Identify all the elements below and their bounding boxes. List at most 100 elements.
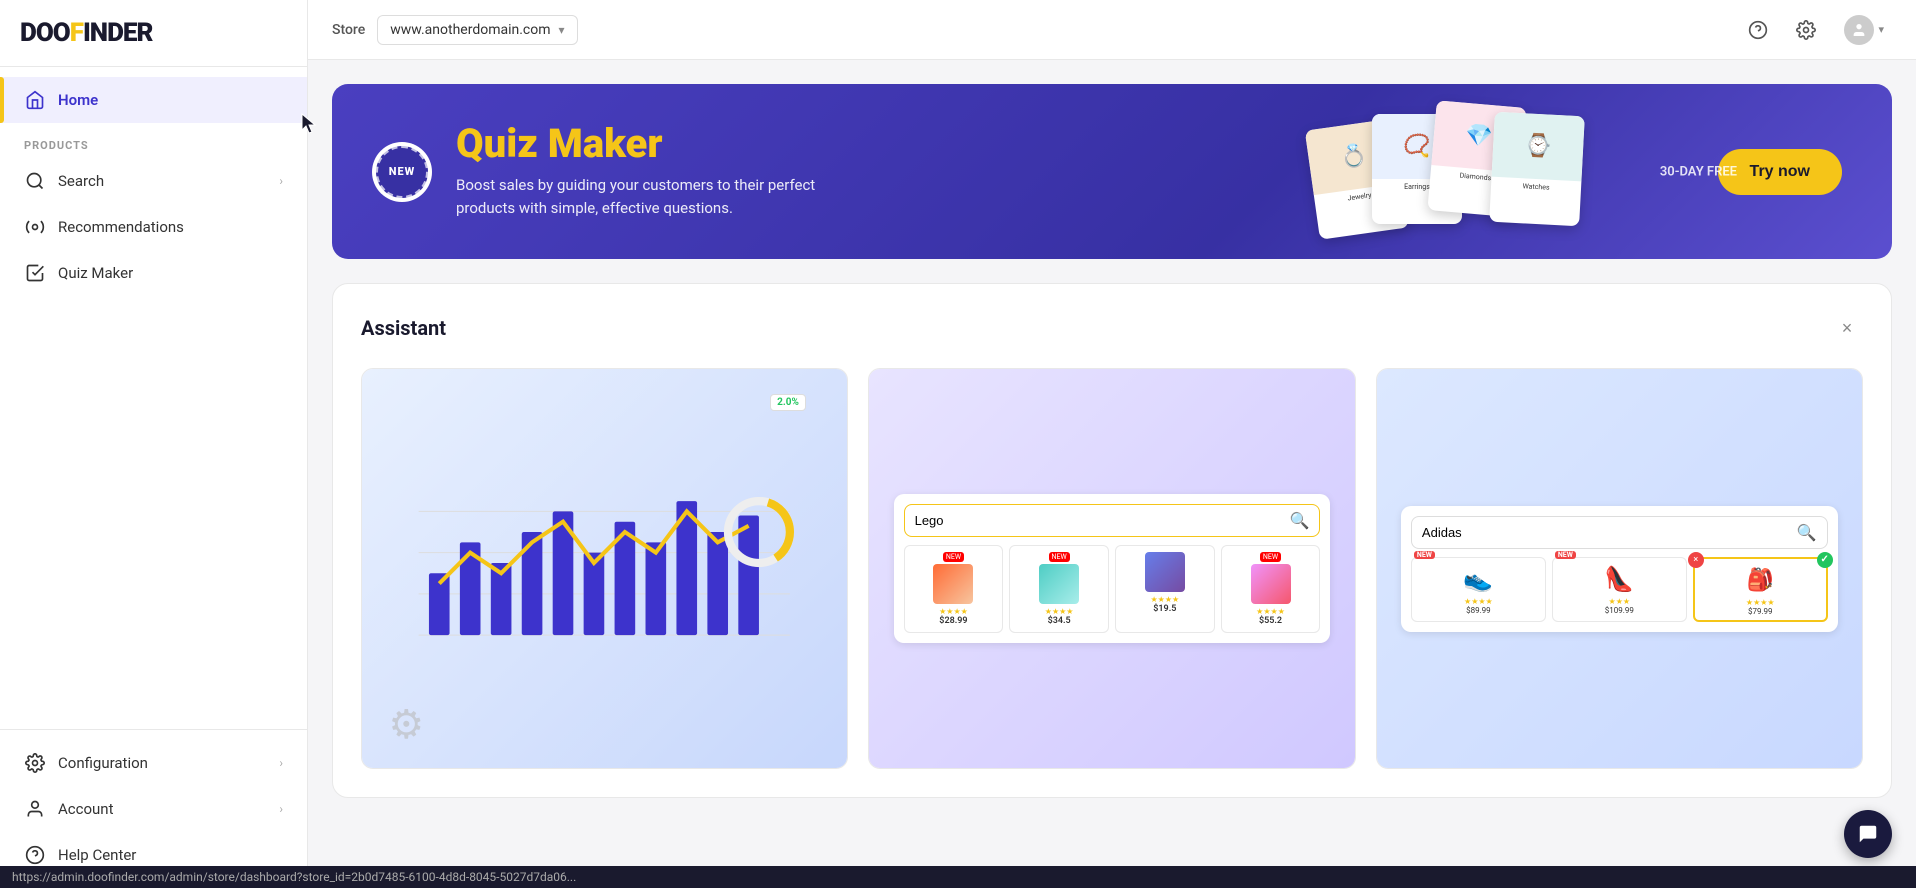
product-thumbnail	[1039, 564, 1079, 604]
sneaker-icon: 👠	[1594, 562, 1644, 597]
help-center-icon	[24, 844, 46, 866]
chevron-right-icon: ›	[279, 174, 283, 188]
product-stars: ★★★★	[1016, 607, 1102, 616]
adidas-item: NEW 👟 ★★★★ $89.99	[1411, 557, 1546, 622]
product-thumbnail	[1251, 564, 1291, 604]
sidebar-item-account[interactable]: Account ›	[0, 786, 307, 832]
logo: DOOFINDER	[0, 0, 307, 67]
sidebar-item-label-account: Account	[58, 800, 279, 818]
quiz-maker-banner: NEW Quiz Maker Boost sales by guiding yo…	[332, 84, 1892, 259]
banner-badge-text: NEW	[389, 165, 416, 178]
assistant-section: Assistant × 2.0%	[332, 283, 1892, 798]
sidebar-item-label-configuration: Configuration	[58, 754, 279, 772]
user-chevron-icon: ▾	[1878, 23, 1884, 36]
sidebar-item-configuration[interactable]: Configuration ›	[0, 740, 307, 786]
search-icon-boosting: 🔍	[1289, 511, 1309, 530]
user-avatar	[1844, 15, 1874, 45]
sidebar-item-label-help: Help Center	[58, 846, 283, 864]
sidebar-bottom: Configuration › Account › Help Cent	[0, 729, 307, 888]
banner-badge-inner: NEW	[376, 146, 428, 198]
custom-image: 🔍 NEW 👟 ★★★★ $89.99 NEW	[1377, 369, 1862, 768]
custom-results-grid: NEW 👟 ★★★★ $89.99 NEW 👠 ★★★ $109.99	[1411, 557, 1828, 622]
assistant-header: Assistant ×	[361, 312, 1863, 344]
sidebar-item-label-recommendations: Recommendations	[58, 218, 283, 236]
search-icon	[24, 170, 46, 192]
sidebar-item-label-home: Home	[58, 91, 283, 109]
sales-item-body: Sales Data Configuration Configure key c…	[362, 768, 847, 769]
custom-search-input[interactable]	[1422, 525, 1791, 540]
item-price: $79.99	[1699, 607, 1822, 616]
quiz-maker-icon	[24, 262, 46, 284]
bar-chart	[398, 409, 811, 696]
adidas-item: NEW 👠 ★★★ $109.99	[1552, 557, 1687, 622]
check-icon: ✓	[1817, 552, 1833, 568]
sidebar-item-label-search: Search	[58, 172, 279, 190]
store-domain: www.anotherdomain.com	[390, 22, 550, 38]
banner-description: Boost sales by guiding your customers to…	[456, 174, 876, 219]
home-icon	[24, 89, 46, 111]
close-icon: ×	[1842, 318, 1853, 339]
banner-free-text: 30-DAY FREE	[1660, 164, 1737, 179]
banner-illustration: 💍 Jewelry 📿 Earrings 💎 Diamonds ⌚ Watche…	[1312, 104, 1612, 259]
product-price: $55.2	[1228, 616, 1314, 626]
sidebar: DOOFINDER Home PRODUCTS Search ›	[0, 0, 308, 888]
product-price: $19.5	[1122, 604, 1208, 614]
chevron-right-config-icon: ›	[279, 756, 283, 770]
boosting-image: 🔍 NEW ★★★★ $28.99 NEW	[869, 369, 1354, 768]
help-icon-btn[interactable]	[1740, 12, 1776, 48]
chevron-right-account-icon: ›	[279, 802, 283, 816]
item-price: $109.99	[1557, 606, 1682, 615]
shoe-icon: 👟	[1453, 562, 1503, 597]
assistant-item-sales: 2.0%	[361, 368, 848, 769]
header: Store www.anotherdomain.com ▾	[308, 0, 1916, 60]
account-icon	[24, 798, 46, 820]
stars: ★★★★	[1699, 598, 1822, 607]
store-selector-chevron-icon: ▾	[559, 23, 565, 37]
product-stars: ★★★★	[1228, 607, 1314, 616]
configuration-icon	[24, 752, 46, 774]
store-selector[interactable]: www.anotherdomain.com ▾	[377, 15, 577, 45]
banner-free-label: 30-DAY FREE	[1660, 164, 1737, 179]
chat-button[interactable]	[1844, 810, 1892, 858]
gear-overlay-icon: ⚙	[388, 701, 424, 748]
product-stars: ★★★★	[1122, 595, 1208, 604]
sidebar-item-label-quiz: Quiz Maker	[58, 264, 283, 282]
search-results-grid: NEW ★★★★ $28.99 NEW ★★★★ $34.5	[904, 545, 1321, 633]
assistant-grid: 2.0%	[361, 368, 1863, 769]
main-content: Store www.anotherdomain.com ▾	[308, 0, 1916, 888]
page-content: NEW Quiz Maker Boost sales by guiding yo…	[308, 60, 1916, 888]
sidebar-item-quiz-maker[interactable]: Quiz Maker	[0, 250, 307, 296]
search-result-item: NEW ★★★★ $34.5	[1009, 545, 1109, 633]
assistant-close-button[interactable]: ×	[1831, 312, 1863, 344]
sales-image: 2.0%	[362, 369, 847, 768]
cursor-indicator	[299, 112, 319, 136]
assistant-item-boosting: 🔍 NEW ★★★★ $28.99 NEW	[868, 368, 1355, 769]
sidebar-item-home[interactable]: Home	[0, 77, 307, 123]
user-menu-btn[interactable]: ▾	[1836, 9, 1892, 51]
product-thumbnail	[1145, 552, 1185, 592]
assistant-item-custom: 🔍 NEW 👟 ★★★★ $89.99 NEW	[1376, 368, 1863, 769]
stars: ★★★	[1557, 597, 1682, 606]
conversion-rate: 2.0%	[770, 394, 806, 411]
search-icon-custom: 🔍	[1797, 523, 1817, 542]
status-bar: https://admin.doofinder.com/admin/store/…	[0, 866, 1916, 888]
sidebar-nav: Home PRODUCTS Search › Recommendations	[0, 67, 307, 729]
sidebar-item-search[interactable]: Search ›	[0, 158, 307, 204]
store-label: Store	[332, 22, 365, 38]
custom-mockup: 🔍 NEW 👟 ★★★★ $89.99 NEW	[1401, 506, 1838, 632]
custom-item-body: Define your Custom results Create custom…	[1377, 768, 1862, 769]
boosting-search-bar: 🔍	[904, 504, 1321, 537]
product-price: $28.99	[911, 616, 997, 626]
search-result-item: NEW ★★★★ $55.2	[1221, 545, 1321, 633]
logo-text: DOOFINDER	[20, 18, 287, 48]
assistant-title: Assistant	[361, 316, 446, 340]
sidebar-item-recommendations[interactable]: Recommendations	[0, 204, 307, 250]
item-price: $89.99	[1416, 606, 1541, 615]
product-thumbnail	[933, 564, 973, 604]
settings-icon-btn[interactable]	[1788, 12, 1824, 48]
boosting-item-body: Add your first boosting rule Create boos…	[869, 768, 1354, 769]
x-icon: ×	[1688, 552, 1704, 568]
stars: ★★★★	[1416, 597, 1541, 606]
custom-search-bar: 🔍	[1411, 516, 1828, 549]
boosting-search-input[interactable]	[915, 513, 1284, 528]
